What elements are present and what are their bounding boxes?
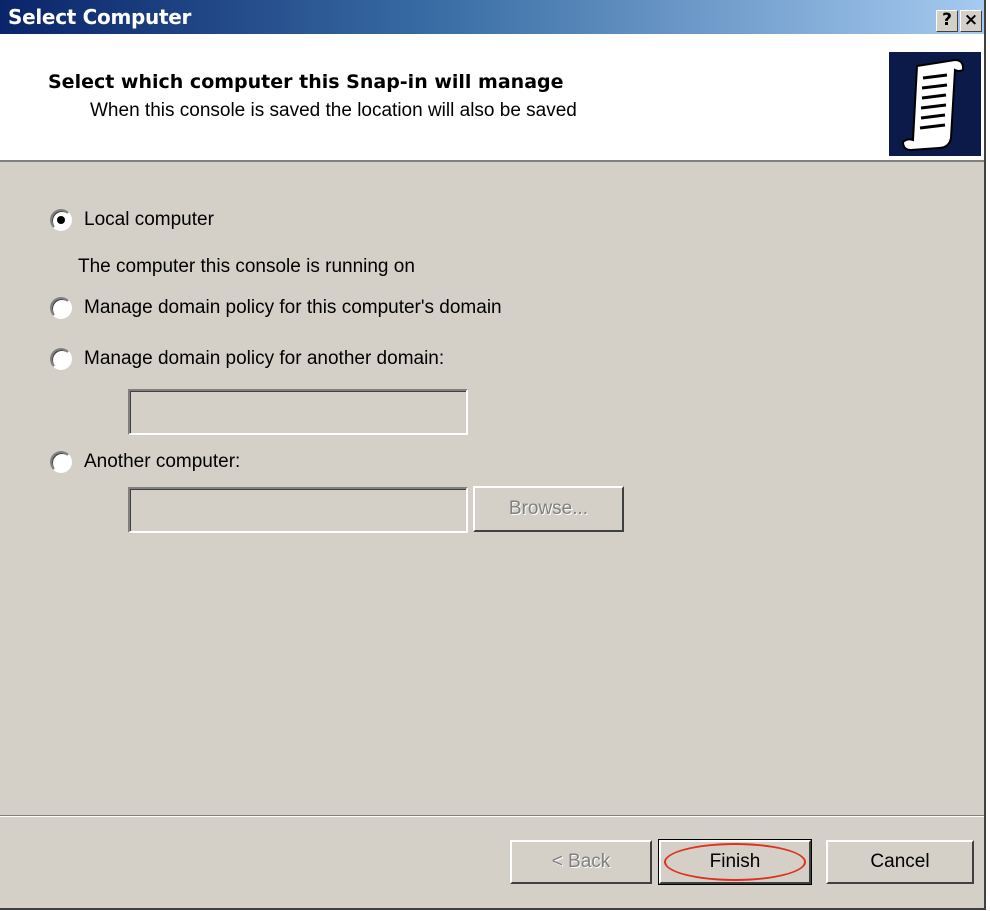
radio-this-domain[interactable]: Manage domain policy for this computer's… — [50, 294, 502, 322]
radio-another-domain[interactable]: Manage domain policy for another domain: — [50, 345, 444, 373]
another-computer-label: Another computer: — [84, 451, 241, 472]
help-button[interactable]: ? — [936, 10, 958, 32]
local-computer-description: The computer this console is running on — [78, 256, 415, 277]
local-computer-label: Local computer — [84, 209, 214, 230]
another-domain-label: Manage domain policy for another domain: — [84, 348, 445, 369]
header-subtitle: When this console is saved the location … — [90, 100, 577, 121]
radio-another-computer[interactable]: Another computer: — [50, 448, 240, 476]
footer-separator — [0, 815, 984, 817]
close-button[interactable]: × — [960, 10, 982, 32]
scroll-document-icon — [889, 52, 981, 156]
radio-local-computer[interactable]: Local computer — [50, 206, 214, 234]
dialog-header: Select which computer this Snap-in will … — [0, 34, 984, 162]
cancel-button[interactable]: Cancel — [826, 840, 974, 884]
radio-button-checked[interactable] — [50, 209, 72, 231]
finish-button[interactable]: Finish — [658, 839, 812, 885]
another-computer-input[interactable] — [128, 487, 468, 533]
this-domain-label: Manage domain policy for this computer's… — [84, 297, 502, 318]
window-title: Select Computer — [8, 5, 192, 29]
title-bar[interactable]: Select Computer ? × — [0, 0, 984, 34]
header-title: Select which computer this Snap-in will … — [48, 71, 564, 93]
radio-button[interactable] — [50, 451, 72, 473]
browse-button[interactable]: Browse... — [473, 486, 624, 532]
select-computer-dialog: Select Computer ? × Select which compute… — [0, 0, 986, 910]
another-domain-input[interactable] — [128, 389, 468, 435]
radio-button[interactable] — [50, 297, 72, 319]
back-button[interactable]: < Back — [510, 840, 652, 884]
radio-button[interactable] — [50, 348, 72, 370]
